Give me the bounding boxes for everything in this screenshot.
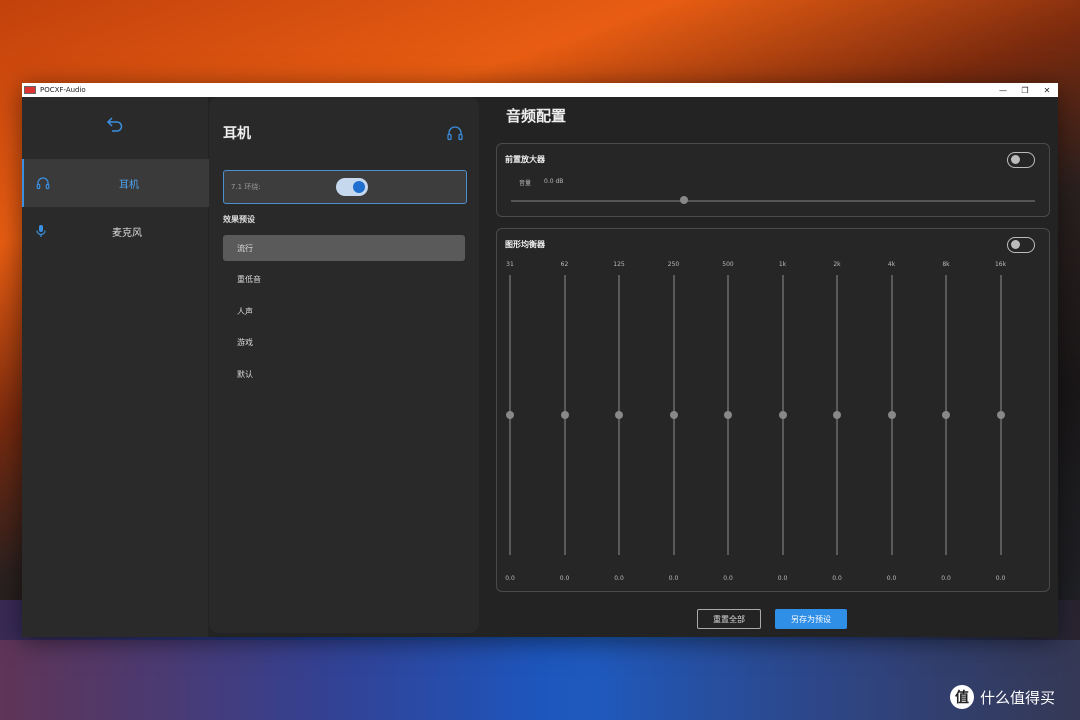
preset-item-default[interactable]: 默认 (223, 361, 465, 387)
toggle-knob (1011, 240, 1020, 249)
save-preset-button[interactable]: 另存为预设 (775, 609, 847, 629)
maximize-button[interactable]: ❐ (1014, 83, 1036, 97)
app-logo-icon (24, 86, 36, 94)
eq-band-gain: 0.0 (777, 575, 788, 582)
equalizer-title: 图形均衡器 (505, 240, 545, 249)
eq-band-gain: 0.0 (668, 575, 679, 582)
eq-band-frequency: 62 (560, 261, 569, 268)
eq-band-frequency: 2k (833, 261, 841, 268)
preamp-toggle[interactable] (1007, 152, 1035, 168)
headset-icon (447, 126, 463, 141)
watermark-text: 什么值得买 (980, 688, 1056, 707)
page-title: 音频配置 (506, 107, 567, 125)
sidebar-item-headphones[interactable]: 耳机 (22, 159, 210, 207)
volume-slider-thumb[interactable] (679, 196, 688, 204)
preset-item-vocal[interactable]: 人声 (223, 298, 465, 324)
preamp-title: 前置放大器 (505, 155, 545, 164)
eq-band-gain: 0.0 (505, 575, 515, 582)
eq-slider-thumb[interactable] (506, 411, 514, 419)
eq-band-gain: 0.0 (832, 575, 842, 582)
preset-label: 人声 (237, 306, 253, 316)
eq-slider-thumb[interactable] (724, 411, 732, 419)
eq-band-gain: 0.0 (995, 575, 1006, 582)
eq-slider-thumb[interactable] (615, 411, 623, 419)
headphone-panel: 耳机 7.1 环绕: 效果预设 流行 重低音 人声 游戏 默认 (209, 97, 479, 633)
window-controls: — ❐ ✕ (992, 83, 1058, 97)
eq-band-frequency: 31 (506, 261, 514, 268)
app-window: POCXF-Audio — ❐ ✕ 耳机 麦克风 耳机 7.1 环绕: 效果预设… (22, 83, 1058, 637)
watermark-logo: 值 (950, 685, 974, 709)
equalizer-toggle[interactable] (1007, 237, 1035, 253)
volume-label: 音量 (519, 180, 532, 187)
preset-label: 游戏 (237, 337, 253, 347)
sidebar-item-label: 麦克风 (112, 227, 142, 239)
window-title: POCXF-Audio (40, 86, 86, 94)
eq-slider-thumb[interactable] (560, 411, 569, 419)
eq-band-frequency: 8k (942, 261, 950, 268)
preset-item-pop[interactable]: 流行 (223, 235, 465, 261)
eq-band-frequency: 500 (722, 261, 734, 268)
surround-label: 7.1 环绕: (231, 183, 261, 191)
sidebar-item-microphone[interactable]: 麦克风 (22, 207, 208, 255)
sidebar: 耳机 麦克风 (22, 97, 210, 637)
close-button[interactable]: ✕ (1036, 83, 1058, 97)
background-blue-band-lower (0, 640, 1080, 720)
eq-band-frequency: 4k (887, 261, 896, 268)
preset-label: 流行 (237, 243, 253, 253)
eq-band-gain: 0.0 (723, 575, 733, 582)
preset-item-bass[interactable]: 重低音 (223, 266, 465, 292)
eq-band-gain: 0.0 (614, 575, 624, 582)
eq-slider-thumb[interactable] (942, 411, 950, 419)
toggle-knob (353, 181, 365, 193)
preset-heading: 效果预设 (223, 215, 255, 224)
eq-slider-thumb[interactable] (669, 411, 678, 419)
sidebar-item-label: 耳机 (119, 179, 139, 191)
watermark: 值 什么值得买 (950, 685, 1055, 709)
reset-all-button[interactable]: 重置全部 (697, 609, 761, 629)
eq-band-frequency: 125 (613, 261, 625, 268)
eq-slider-thumb[interactable] (996, 411, 1005, 419)
eq-band-frequency: 16k (994, 261, 1007, 268)
preset-item-game[interactable]: 游戏 (223, 329, 465, 355)
eq-slider-thumb[interactable] (778, 411, 787, 419)
surround-setting: 7.1 环绕: (223, 170, 467, 204)
eq-band-gain: 0.0 (886, 575, 897, 582)
eq-band-frequency: 250 (667, 261, 680, 268)
panel-title: 耳机 (223, 126, 251, 142)
surround-toggle[interactable] (336, 178, 368, 196)
eq-band-gain: 0.0 (941, 575, 951, 582)
volume-slider-track[interactable] (511, 200, 1035, 202)
preset-label: 重低音 (237, 274, 261, 284)
eq-slider-thumb[interactable] (887, 411, 896, 419)
toggle-knob (1011, 155, 1020, 164)
eq-band-frequency: 1k (778, 261, 787, 268)
preset-label: 默认 (237, 369, 253, 379)
volume-value: 0.0 dB (544, 178, 564, 185)
preamp-card: 前置放大器 音量 0.0 dB (496, 143, 1050, 217)
eq-slider-thumb[interactable] (833, 411, 841, 419)
eq-band-gain: 0.0 (559, 575, 570, 582)
equalizer-card: 图形均衡器 31 0.0 62 0.0 125 0.0 250 0.0 500 0.0 1k 0.0 2… (496, 228, 1050, 592)
back-icon[interactable] (106, 115, 124, 133)
title-bar: POCXF-Audio — ❐ ✕ (22, 83, 1058, 97)
minimize-button[interactable]: — (992, 83, 1014, 97)
